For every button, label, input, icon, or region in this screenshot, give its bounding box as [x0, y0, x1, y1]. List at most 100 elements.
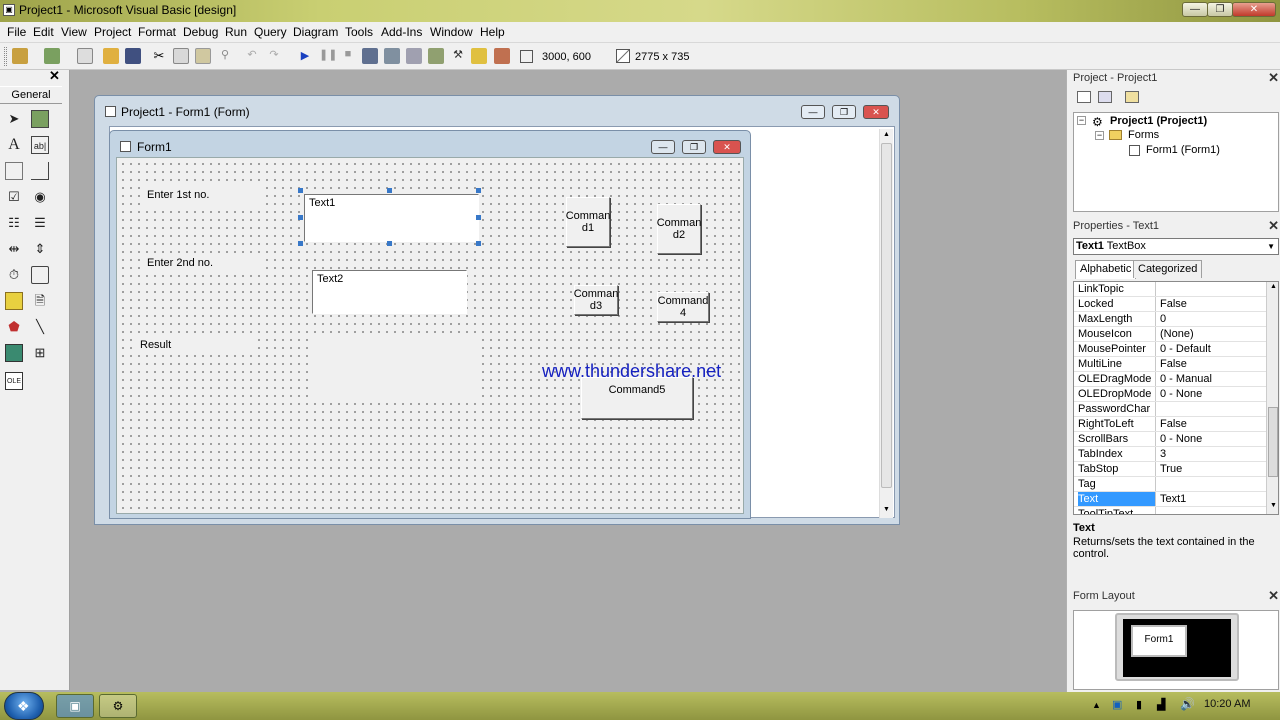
property-name[interactable]: ScrollBars: [1078, 432, 1156, 446]
minimize-button[interactable]: —: [1182, 2, 1208, 17]
menu-add-ins[interactable]: Add-Ins: [381, 25, 422, 39]
shape-icon[interactable]: ⬟: [5, 318, 23, 336]
save-project-icon[interactable]: [125, 48, 141, 64]
tab-categorized[interactable]: Categorized: [1133, 260, 1203, 278]
form1-position-preview[interactable]: Form1: [1131, 625, 1187, 657]
start-button[interactable]: ❖: [4, 692, 44, 720]
menu-debug[interactable]: Debug: [183, 25, 218, 39]
menu-tools[interactable]: Tools: [345, 25, 373, 39]
property-value[interactable]: False: [1160, 297, 1187, 311]
dirlistbox-icon[interactable]: [5, 292, 23, 310]
filelistbox-icon[interactable]: 🗎: [31, 292, 49, 310]
command1-button[interactable]: Comman d1: [566, 197, 610, 247]
data-view-icon[interactable]: [471, 48, 487, 64]
label-icon[interactable]: A: [5, 136, 23, 154]
picturebox-icon[interactable]: [31, 110, 49, 128]
redo-icon[interactable]: ↷: [266, 48, 282, 64]
property-name[interactable]: MousePointer: [1078, 342, 1156, 356]
component-manager-icon[interactable]: [494, 48, 510, 64]
form-layout-close-icon[interactable]: ✕: [1268, 589, 1279, 603]
menu-run[interactable]: Run: [225, 25, 247, 39]
add-project-icon[interactable]: [12, 48, 28, 64]
property-name[interactable]: MultiLine: [1078, 357, 1156, 371]
form1-window[interactable]: Form1 — ❐ ✕ Enter 1st no. Enter 2nd no. …: [109, 130, 751, 519]
scroll-up-icon[interactable]: ▲: [883, 131, 890, 138]
project-panel-close-icon[interactable]: ✕: [1268, 71, 1279, 85]
toggle-folders-icon[interactable]: [1125, 91, 1139, 103]
property-grid-scrollbar[interactable]: ▲ ▼: [1266, 282, 1278, 514]
textbox-icon[interactable]: ab|: [31, 136, 49, 154]
project-root-node[interactable]: Project1 (Project1): [1110, 115, 1207, 127]
data-control-icon[interactable]: ⊞: [31, 344, 49, 362]
label-enter-1st[interactable]: Enter 1st no.: [143, 187, 263, 205]
start-icon[interactable]: ▶: [297, 48, 313, 64]
designer-vertical-scrollbar[interactable]: ▲ ▼: [879, 129, 893, 518]
taskbar-app-vb[interactable]: ⚙: [99, 694, 137, 718]
timer-icon[interactable]: ⏱: [5, 266, 23, 284]
toolbox-close-icon[interactable]: ✕: [49, 69, 61, 82]
network-icon[interactable]: ▟: [1157, 698, 1165, 711]
label-enter-2nd[interactable]: Enter 2nd no.: [143, 255, 263, 273]
toolbar-grip[interactable]: [4, 47, 7, 66]
form1-design-surface[interactable]: Enter 1st no. Enter 2nd no. Result Text1…: [116, 157, 744, 514]
command3-button[interactable]: Comman d3: [574, 285, 618, 315]
designer-minimize-button[interactable]: —: [801, 105, 825, 119]
view-code-icon[interactable]: [1077, 91, 1091, 103]
object-browser-icon[interactable]: [428, 48, 444, 64]
listbox-icon[interactable]: ☰: [31, 214, 49, 232]
command2-button[interactable]: Comman d2: [657, 204, 701, 254]
battery-icon[interactable]: ▮: [1136, 698, 1142, 711]
menu-project[interactable]: Project: [94, 25, 131, 39]
property-value[interactable]: 0 - None: [1160, 432, 1202, 446]
tray-app-icon[interactable]: ▣: [1112, 698, 1122, 711]
command4-button[interactable]: Command 4: [657, 292, 709, 322]
form-layout-icon[interactable]: [406, 48, 422, 64]
tab-alphabetic[interactable]: Alphabetic: [1075, 260, 1137, 279]
selection-handle[interactable]: [387, 188, 392, 193]
command5-button[interactable]: Command5: [581, 377, 693, 419]
designer-close-button[interactable]: ✕: [863, 105, 889, 119]
toolbox-icon[interactable]: ⚒: [450, 48, 466, 64]
selection-handle[interactable]: [298, 188, 303, 193]
property-value-selected[interactable]: Text1: [1160, 492, 1186, 506]
property-name[interactable]: LinkTopic: [1078, 282, 1156, 296]
find-icon[interactable]: ⚲: [217, 48, 233, 64]
menu-format[interactable]: Format: [138, 25, 176, 39]
property-value[interactable]: 0 - Default: [1160, 342, 1211, 356]
label-result[interactable]: Result: [136, 337, 256, 355]
menu-file[interactable]: File: [7, 25, 26, 39]
end-icon[interactable]: ■: [340, 48, 356, 64]
image-icon[interactable]: [5, 344, 23, 362]
toolbox-tab-general[interactable]: General: [0, 86, 62, 104]
restore-button[interactable]: ❐: [1207, 2, 1233, 17]
property-name-selected[interactable]: Text: [1078, 492, 1156, 506]
menu-help[interactable]: Help: [480, 25, 505, 39]
pointer-icon[interactable]: ➤: [5, 110, 23, 128]
scroll-thumb[interactable]: [1268, 407, 1278, 477]
break-icon[interactable]: ❚❚: [319, 48, 337, 64]
frame-icon[interactable]: [5, 162, 23, 180]
scroll-down-icon[interactable]: ▼: [883, 506, 890, 513]
add-form-icon[interactable]: [44, 48, 60, 64]
line-icon[interactable]: ╲: [31, 318, 49, 336]
tray-expand-icon[interactable]: ▲: [1092, 700, 1101, 710]
property-value[interactable]: 0: [1160, 312, 1166, 326]
ole-icon[interactable]: OLE: [5, 372, 23, 390]
property-name[interactable]: MaxLength: [1078, 312, 1156, 326]
taskbar-app-explorer[interactable]: ▣: [56, 694, 94, 718]
copy-icon[interactable]: [173, 48, 189, 64]
selection-handle[interactable]: [476, 215, 481, 220]
menu-view[interactable]: View: [61, 25, 87, 39]
properties-window-icon[interactable]: [384, 48, 400, 64]
undo-icon[interactable]: ↶: [244, 48, 260, 64]
text2-textbox[interactable]: Text2: [312, 270, 467, 314]
property-value[interactable]: 0 - Manual: [1160, 372, 1212, 386]
selection-handle[interactable]: [476, 241, 481, 246]
forms-folder-node[interactable]: Forms: [1128, 129, 1159, 141]
tree-collapse-icon[interactable]: −: [1095, 131, 1104, 140]
menu-window[interactable]: Window: [430, 25, 473, 39]
menu-diagram[interactable]: Diagram: [293, 25, 338, 39]
property-name[interactable]: MouseIcon: [1078, 327, 1156, 341]
selection-handle[interactable]: [387, 241, 392, 246]
scroll-up-icon[interactable]: ▲: [1270, 283, 1277, 290]
